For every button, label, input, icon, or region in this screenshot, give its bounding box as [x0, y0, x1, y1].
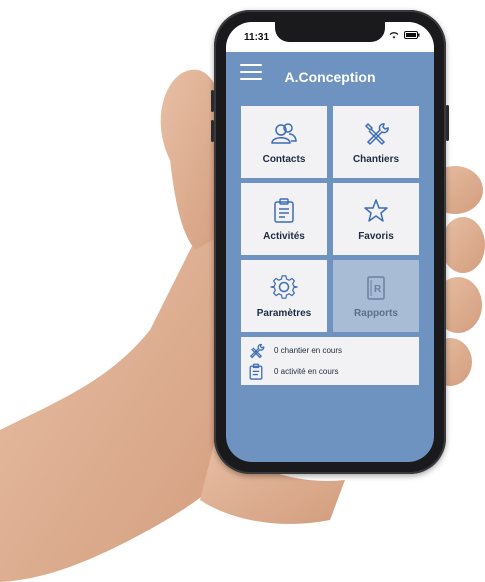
status-chantiers-text: 0 chantier en cours — [274, 346, 343, 355]
app-header: A.Conception — [226, 52, 434, 100]
app-title: A.Conception — [284, 69, 376, 85]
clipboard-icon — [249, 363, 263, 380]
notch — [275, 22, 385, 42]
status-activites-text: 0 activité en cours — [274, 367, 339, 376]
clipboard-icon — [274, 197, 294, 223]
status-icons — [389, 31, 420, 39]
tile-label: Paramètres — [256, 307, 312, 319]
tile-label: Contacts — [262, 153, 306, 165]
tile-contacts[interactable]: Contacts — [241, 106, 327, 178]
tile-chantiers[interactable]: Chantiers — [333, 106, 419, 178]
star-icon — [364, 198, 388, 222]
status-bar: 11:31 — [226, 22, 434, 52]
tile-label: Chantiers — [352, 153, 400, 165]
status-row-chantiers: 0 chantier en cours — [247, 340, 413, 361]
volume-down-button — [211, 120, 214, 142]
tools-icon — [249, 343, 265, 358]
svg-text:R: R — [374, 284, 382, 295]
tile-label: Activités — [263, 230, 305, 242]
gear-icon — [270, 274, 298, 299]
tile-label: Rapports — [354, 307, 398, 319]
status-panel: 0 chantier en cours 0 activité en cours — [241, 337, 419, 385]
app-screen: 11:31 A.Conception Contacts Chantiers Ac… — [226, 22, 434, 462]
tile-activites[interactable]: Activités — [241, 183, 327, 255]
tools-icon — [364, 122, 389, 145]
volume-up-button — [211, 90, 214, 112]
contacts-icon — [271, 122, 297, 144]
tile-rapports[interactable]: R Rapports — [333, 260, 419, 332]
wifi-icon — [389, 32, 399, 39]
tile-favoris[interactable]: Favoris — [333, 183, 419, 255]
battery-icon — [404, 31, 420, 39]
status-row-activites: 0 activité en cours — [247, 361, 413, 382]
report-icon: R — [367, 275, 385, 300]
menu-grid: Contacts Chantiers Activités Favoris Par… — [241, 106, 419, 334]
power-button — [446, 105, 449, 141]
phone-frame: 11:31 A.Conception Contacts Chantiers Ac… — [211, 10, 449, 474]
tile-parametres[interactable]: Paramètres — [241, 260, 327, 332]
tile-label: Favoris — [358, 230, 394, 242]
clock: 11:31 — [244, 32, 270, 43]
